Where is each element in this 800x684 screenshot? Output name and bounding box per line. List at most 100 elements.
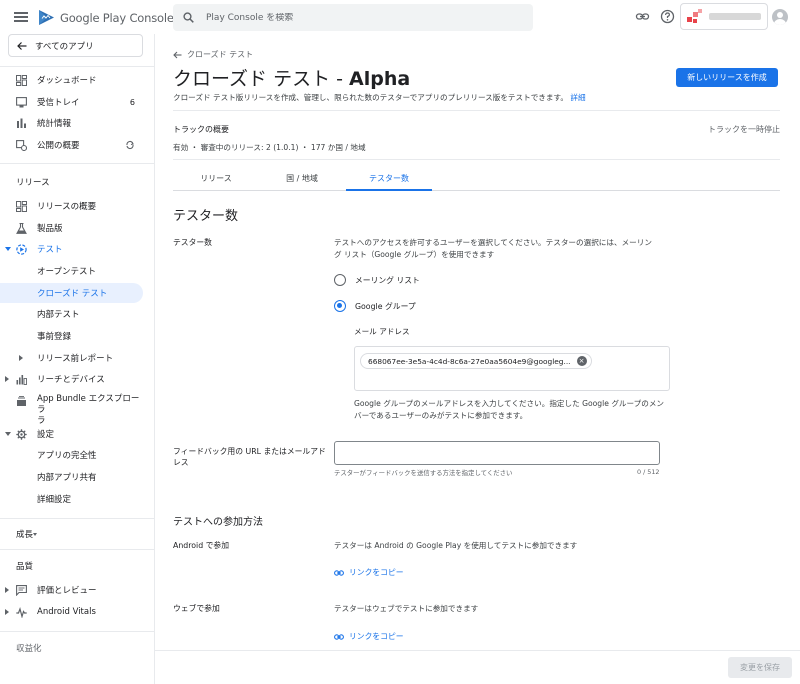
- email-chip-text: 668067ee-3e5a-4c4d-8c6a-27e0aa5604e9@goo…: [368, 356, 571, 366]
- save-changes-button[interactable]: 変更を保存: [728, 657, 792, 678]
- sidebar-item-pre-registration[interactable]: 事前登録: [0, 326, 143, 346]
- sidebar-item-settings[interactable]: 設定: [0, 424, 143, 444]
- link-icon: [334, 569, 344, 576]
- sidebar-item-growth[interactable]: 成長: [0, 524, 143, 544]
- sidebar-item-ratings-reviews[interactable]: 評価とレビュー: [0, 580, 143, 600]
- page-title-prefix: クローズド テスト -: [173, 68, 350, 90]
- play-console-logo-icon: [39, 10, 54, 25]
- android-join-description: テスターは Android の Google Play を使用してテストに参加で…: [334, 541, 578, 550]
- link-icon: [334, 633, 344, 640]
- web-join-description: テスターはウェブでテストに参加できます: [334, 604, 479, 613]
- email-address-label: メール アドレス: [354, 327, 410, 336]
- menu-icon[interactable]: [14, 10, 28, 22]
- top-bar: Google Play Console: [0, 0, 800, 34]
- back-link[interactable]: クローズド テスト: [173, 49, 253, 60]
- email-address-field[interactable]: 668067ee-3e5a-4c4d-8c6a-27e0aa5604e9@goo…: [354, 346, 670, 391]
- android-join-label: Android で参加: [173, 541, 230, 550]
- how-to-join-heading: テストへの参加方法: [173, 517, 263, 528]
- chevron-right-icon: [5, 587, 9, 593]
- tab-releases[interactable]: リリース: [173, 171, 259, 191]
- inbox-icon: [16, 97, 27, 108]
- sidebar-item-internal-app-sharing[interactable]: 内部アプリ共有: [0, 467, 143, 487]
- inbox-count-badge: 6: [129, 97, 135, 107]
- back-link-label: クローズド テスト: [187, 50, 254, 59]
- create-new-release-button[interactable]: 新しいリリースを作成: [676, 68, 778, 87]
- help-icon[interactable]: [660, 9, 675, 24]
- copy-link-label: リンクをコピー: [349, 568, 404, 577]
- tab-countries[interactable]: 国 / 地域: [259, 171, 345, 191]
- sidebar-item-label: リーチとデバイス: [37, 375, 105, 385]
- testers-label: テスター数: [173, 238, 212, 247]
- chevron-right-icon: [19, 355, 23, 361]
- feedback-url-input[interactable]: [334, 441, 660, 465]
- radio-mailing-list[interactable]: メーリング リスト: [334, 274, 420, 286]
- radio-label: Google グループ: [355, 301, 416, 311]
- copy-link-android-button[interactable]: リンクをコピー: [334, 567, 404, 578]
- email-chip[interactable]: 668067ee-3e5a-4c4d-8c6a-27e0aa5604e9@goo…: [360, 353, 592, 369]
- chevron-down-icon: [33, 533, 37, 536]
- sidebar-item-reach-devices[interactable]: リーチとデバイス: [0, 369, 143, 389]
- release-overview-icon: [16, 201, 27, 212]
- arrow-back-icon: [17, 41, 27, 50]
- sidebar-item-advanced-settings[interactable]: 詳細設定: [0, 489, 143, 509]
- sidebar-item-testing[interactable]: テスト: [0, 239, 143, 259]
- sidebar-item-statistics[interactable]: 統計情報: [0, 113, 143, 133]
- copy-link-web-button[interactable]: リンクをコピー: [334, 631, 404, 642]
- sidebar-item-prelaunch-report[interactable]: リリース前レポート: [0, 348, 143, 368]
- bottom-action-bar: 変更を保存: [155, 650, 800, 684]
- learn-more-link[interactable]: 詳細: [570, 93, 585, 102]
- page-title-track: Alpha: [349, 68, 411, 90]
- radio-label: メーリング リスト: [355, 275, 420, 285]
- tab-bar: リリース 国 / 地域 テスター数: [173, 171, 780, 191]
- testers-heading: テスター数: [173, 209, 239, 224]
- sidebar-item-closed-testing[interactable]: クローズド テスト: [0, 283, 143, 303]
- test-icon: [16, 244, 27, 255]
- copy-link-label: リンクをコピー: [349, 632, 404, 641]
- sidebar-item-internal-testing[interactable]: 内部テスト: [0, 304, 143, 324]
- link-icon[interactable]: [635, 9, 650, 24]
- sidebar-item-production[interactable]: 製品版: [0, 218, 143, 238]
- sidebar-item-label: 評価とレビュー: [37, 586, 97, 596]
- avatar[interactable]: [772, 9, 788, 25]
- sidebar-item-label: オープンテスト: [37, 267, 96, 277]
- sidebar-item-label: 製品版: [37, 224, 63, 234]
- sidebar-item-label: App Bundle エクスプローラ ラ: [37, 394, 143, 427]
- google-group-help: Google グループのメールアドレスを入力してください。指定した Google…: [354, 398, 664, 421]
- testers-desc-line-2: グ リスト（Google グループ）を使用できます: [334, 249, 495, 259]
- testers-desc-line-1: テストへのアクセスを許可するユーザーを選択してください。テスターの選択には、メー…: [334, 238, 652, 247]
- feedback-helper-text: テスターがフィードバックを送信する方法を指定してください: [334, 469, 513, 477]
- sidebar-item-publishing-overview[interactable]: 公開の概要: [0, 135, 143, 155]
- sidebar-item-android-vitals[interactable]: Android Vitals: [0, 602, 143, 622]
- search-bar[interactable]: [173, 4, 533, 31]
- sidebar-item-app-integrity[interactable]: アプリの完全性: [0, 445, 143, 465]
- close-icon[interactable]: ×: [576, 356, 587, 366]
- production-icon: [16, 223, 27, 234]
- monetization-section-header: 収益化: [16, 644, 42, 654]
- sidebar-item-dashboard[interactable]: ダッシュボード: [0, 70, 143, 90]
- dashboard-icon: [16, 75, 27, 86]
- gear-icon: [16, 429, 27, 440]
- search-input[interactable]: [206, 12, 506, 23]
- app-bundle-icon: [17, 396, 26, 406]
- sidebar-item-label: 内部テスト: [37, 310, 80, 320]
- tab-testers[interactable]: テスター数: [346, 171, 432, 191]
- arrow-back-icon: [173, 51, 182, 58]
- ratings-icon: [16, 585, 27, 596]
- pause-track-button[interactable]: トラックを一時停止: [708, 124, 780, 135]
- sidebar-item-open-testing[interactable]: オープンテスト: [0, 261, 143, 281]
- feedback-url-label: フィードバック用の URL またはメールアド レス: [173, 446, 326, 468]
- account-name-redacted: [709, 13, 761, 20]
- brand[interactable]: Google Play Console: [38, 9, 174, 26]
- all-apps-button[interactable]: すべてのアプリ: [8, 34, 143, 57]
- sidebar-item-release-overview[interactable]: リリースの概要: [0, 196, 143, 216]
- radio-google-group[interactable]: Google グループ: [334, 300, 416, 312]
- sidebar-item-label: リリースの概要: [37, 202, 97, 212]
- developer-account-switcher[interactable]: [680, 3, 768, 30]
- sidebar-item-label: 受信トレイ: [37, 98, 80, 108]
- app-title: Google Play Console: [60, 10, 174, 25]
- sidebar-item-app-bundle-explorer[interactable]: App Bundle エクスプローラ ラ: [0, 391, 143, 426]
- radio-button[interactable]: [334, 274, 346, 286]
- sidebar-item-inbox[interactable]: 受信トレイ 6: [0, 92, 143, 112]
- page-subtitle: クローズド テスト版リリースを作成、管理し、限られた数のテスターでアプリのプレリ…: [173, 92, 586, 103]
- radio-button-selected[interactable]: [334, 300, 346, 312]
